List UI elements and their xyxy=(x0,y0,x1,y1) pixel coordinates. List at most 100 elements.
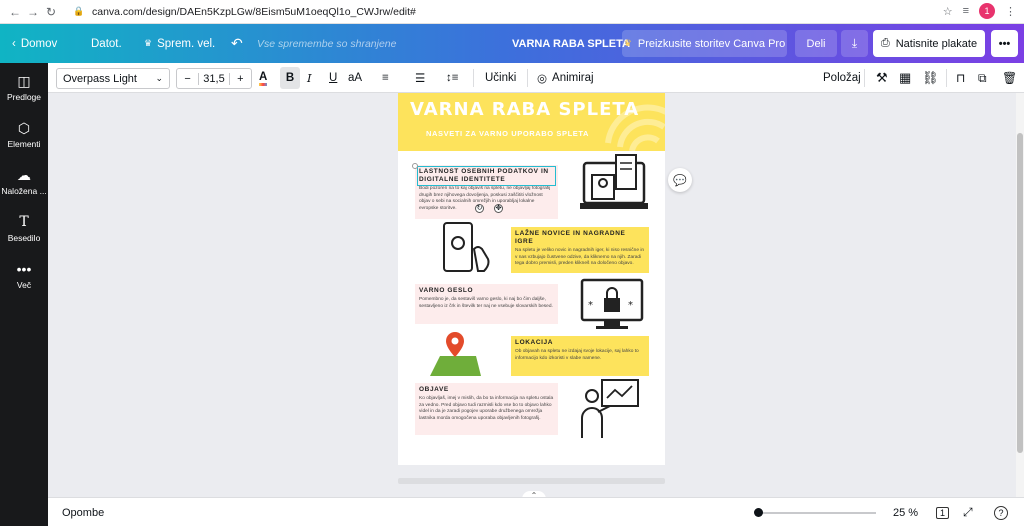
bold-button[interactable]: B xyxy=(280,67,300,89)
fullscreen-button[interactable]: ⤢ xyxy=(963,498,973,526)
delete-button[interactable]: 🗑 xyxy=(1002,63,1017,93)
file-label: Datot. xyxy=(91,37,122,50)
lock-button[interactable]: ⊓ xyxy=(956,63,965,93)
font-size-increase[interactable]: + xyxy=(230,73,251,85)
section-password[interactable]: VARNO GESLO Pomembno je, da sestaviš var… xyxy=(415,284,558,324)
zoom-level[interactable]: 25 % xyxy=(893,498,918,526)
duplicate-button[interactable]: ⧉ xyxy=(978,63,987,93)
link-button[interactable]: ⛓ xyxy=(922,63,939,93)
section-location[interactable]: LOKACIJA Ob objavah na spletu ne izdajaj… xyxy=(511,336,649,376)
toolbar-divider xyxy=(527,69,528,87)
section-body[interactable]: Na spletu je veliko novic in nagradnih i… xyxy=(515,248,645,268)
svg-text:*: * xyxy=(628,300,633,311)
help-icon: ? xyxy=(994,505,1008,520)
reading-list-icon[interactable]: ≡ xyxy=(963,5,969,17)
section-heading[interactable]: LASTNOST OSEBNIH PODATKOV IN DIGITALNE I… xyxy=(417,166,556,186)
share-button[interactable]: Deli xyxy=(795,30,837,57)
help-button[interactable]: ? xyxy=(994,498,1008,526)
list-button[interactable]: ☰ xyxy=(415,63,425,93)
spacing-button[interactable]: ↕≡ xyxy=(446,63,458,93)
section-body[interactable]: Pomembno je, da sestaviš varno geslo, ki… xyxy=(419,297,554,310)
font-size-input[interactable]: 31,5 xyxy=(198,72,230,85)
browser-chrome: ← → ↻ 🔒 canva.com/design/DAEn5KzpLGw/8Ei… xyxy=(0,0,1024,24)
save-status: Vse spremembe so shranjene xyxy=(257,37,397,50)
letter-case-icon: aA xyxy=(348,72,363,84)
italic-button[interactable]: I xyxy=(307,63,312,93)
zoom-slider-track[interactable] xyxy=(758,512,876,514)
letter-case-button[interactable]: aA xyxy=(348,63,362,93)
section-posts[interactable]: OBJAVE Ko objavljaš, imej v mislih, da b… xyxy=(415,383,558,435)
vertical-scrollbar[interactable] xyxy=(1016,93,1024,497)
bookmark-star-icon[interactable]: ☆ xyxy=(943,5,953,18)
more-options-button[interactable]: ••• xyxy=(991,30,1018,57)
transparency-icon: ▦ xyxy=(899,70,912,85)
transparency-button[interactable]: ▦ xyxy=(899,63,911,93)
align-button[interactable]: ≡ xyxy=(382,63,389,93)
section-heading[interactable]: LOKACIJA xyxy=(515,339,645,347)
address-bar[interactable]: canva.com/design/DAEn5KzpLGw/8Eism5uM1oe… xyxy=(92,6,416,18)
reload-icon[interactable]: ↻ xyxy=(42,5,60,19)
person-board-icon[interactable] xyxy=(578,378,643,440)
align-left-icon: ≡ xyxy=(382,72,389,84)
back-icon[interactable]: ← xyxy=(6,5,24,19)
section-body[interactable]: Ob objavah na spletu ne izdajaj svoje lo… xyxy=(515,349,645,362)
underline-button[interactable]: U xyxy=(329,63,337,93)
download-button[interactable]: ⤓ xyxy=(841,30,868,57)
animate-button[interactable]: ◎ Animiraj xyxy=(537,63,594,93)
profile-avatar[interactable]: 1 xyxy=(979,3,995,19)
resize-handle[interactable] xyxy=(412,163,418,169)
more-icon: ••• xyxy=(16,261,32,277)
section-fake-news[interactable]: LAŽNE NOVICE IN NAGRADNE IGRE Na spletu … xyxy=(511,227,649,273)
print-icon: ⎙ xyxy=(880,37,890,49)
copy-style-button[interactable]: ⚒ xyxy=(876,63,888,93)
poster-title[interactable]: VARNA RABA SPLETA xyxy=(410,99,639,120)
add-comment-button[interactable]: 💬 xyxy=(668,168,692,192)
try-pro-button[interactable]: ♛ Preizkusite storitev Canva Pro xyxy=(622,30,787,57)
lock-icon: ⊓ xyxy=(956,71,966,85)
home-button[interactable]: ‹ Domov xyxy=(12,24,57,63)
section-body[interactable]: Ko objavljaš, imej v mislih, da bo ta in… xyxy=(419,396,554,422)
zoom-slider-knob[interactable] xyxy=(754,508,763,517)
forward-icon[interactable]: → xyxy=(24,5,42,19)
undo-button[interactable]: ↶ xyxy=(231,24,243,63)
map-location-icon[interactable] xyxy=(428,328,483,378)
position-button[interactable]: Položaj xyxy=(823,63,861,93)
laptop-id-icon[interactable] xyxy=(578,153,658,219)
effects-button[interactable]: Učinki xyxy=(485,63,516,93)
font-family-select[interactable]: Overpass Light ⌄ xyxy=(56,68,170,89)
section-heading[interactable]: VARNO GESLO xyxy=(419,287,554,295)
design-canvas[interactable]: VARNA RABA SPLETA NASVETI ZA VARNO UPORA… xyxy=(48,93,1016,497)
font-size-decrease[interactable]: − xyxy=(177,73,198,85)
browser-menu-icon[interactable]: ⋮ xyxy=(1005,5,1016,18)
monitor-lock-icon[interactable]: * * xyxy=(578,278,648,333)
elements-icon: ⬡ xyxy=(17,120,31,136)
sidebar-item-label: Elementi xyxy=(7,139,41,149)
chevron-down-icon: ⌄ xyxy=(155,73,163,83)
notes-button[interactable]: Opombe xyxy=(62,498,104,526)
section-identity[interactable]: LASTNOST OSEBNIH PODATKOV IN DIGITALNE I… xyxy=(415,165,558,219)
file-menu-button[interactable]: Datot. xyxy=(91,24,122,63)
text-color-button[interactable]: A xyxy=(259,63,268,93)
chevron-left-icon: ‹ xyxy=(12,37,16,50)
section-heading[interactable]: LAŽNE NOVICE IN NAGRADNE IGRE xyxy=(515,230,645,246)
phone-touch-icon[interactable] xyxy=(438,221,498,276)
sidebar-item-elements[interactable]: ⬡ Elementi xyxy=(0,120,48,149)
sidebar-item-more[interactable]: ••• Več xyxy=(0,261,48,290)
page-count-button[interactable]: 1 xyxy=(936,498,950,526)
scrollbar-thumb[interactable] xyxy=(1017,133,1023,453)
section-heading[interactable]: OBJAVE xyxy=(419,386,554,394)
next-page-strip[interactable] xyxy=(398,478,665,484)
move-handle[interactable]: ✥ xyxy=(494,204,503,213)
sidebar-item-label: Besedilo xyxy=(7,233,41,243)
print-posters-button[interactable]: ⎙ Natisnite plakate xyxy=(873,30,985,57)
design-title[interactable]: VARNA RABA SPLETA xyxy=(512,24,630,63)
poster-page[interactable]: VARNA RABA SPLETA NASVETI ZA VARNO UPORA… xyxy=(398,93,665,465)
resize-button[interactable]: ♛ Sprem. vel. xyxy=(144,24,215,63)
poster-subtitle[interactable]: NASVETI ZA VARNO UPORABO SPLETA xyxy=(426,129,589,138)
italic-icon: I xyxy=(307,71,312,85)
rotate-handle[interactable]: ↻ xyxy=(475,204,484,213)
sidebar-item-uploads[interactable]: ☁ Naložena ... xyxy=(0,167,48,196)
sidebar-item-templates[interactable]: ◫ Predloge xyxy=(0,73,48,102)
sidebar-item-text[interactable]: T Besedilo xyxy=(0,214,48,243)
section-body[interactable]: Bodi pozoren na to kaj objaviš na spletu… xyxy=(419,186,554,212)
